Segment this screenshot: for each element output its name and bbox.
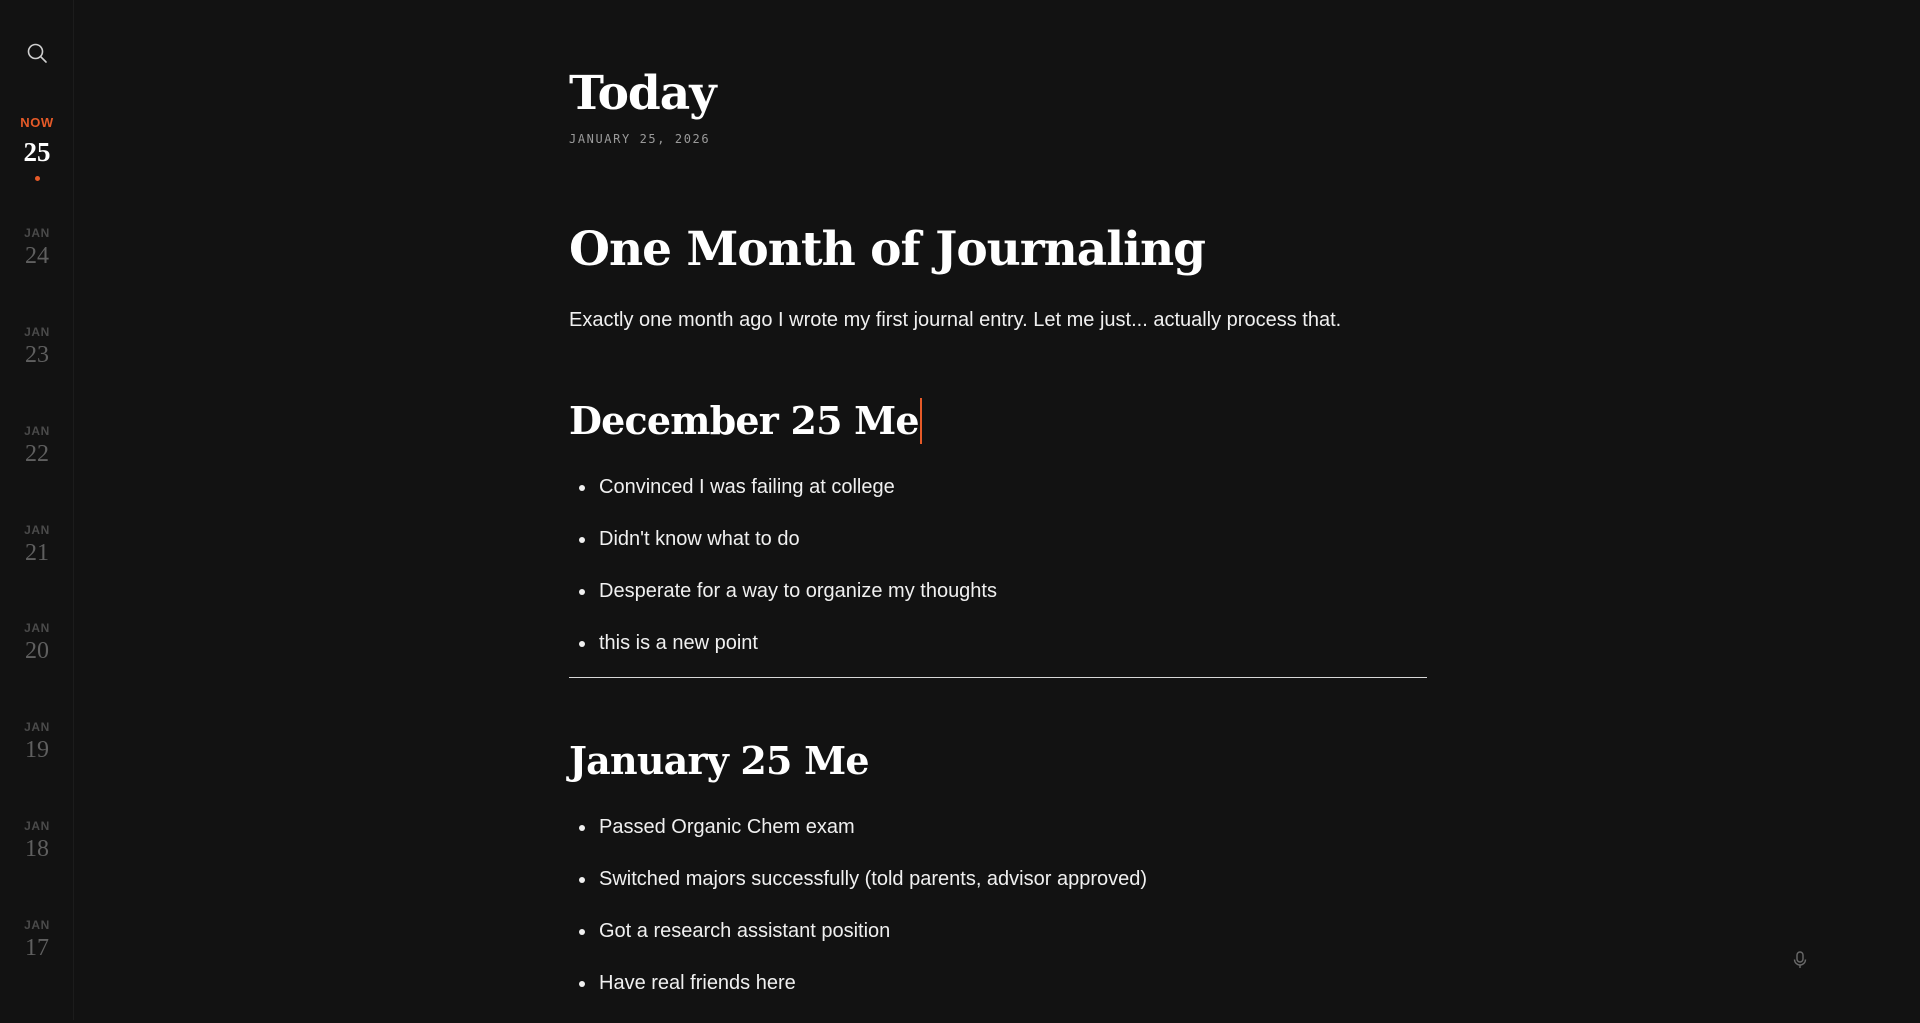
- day-month: JAN: [24, 424, 50, 438]
- list-item-text: Got a research assistant position: [599, 920, 891, 942]
- search-icon: [27, 43, 47, 63]
- day-month: JAN: [24, 720, 50, 734]
- list-item[interactable]: Passed Organic Chem exam: [569, 815, 1147, 867]
- list-item[interactable]: Didn't know what to do: [569, 527, 997, 579]
- list-item[interactable]: this is a new point: [569, 631, 997, 683]
- list-item[interactable]: Desperate for a way to organize my thoug…: [569, 579, 997, 631]
- bullet-dot: [579, 589, 585, 595]
- list-item[interactable]: Have real friends here: [569, 971, 1147, 1023]
- current-day-indicator: [34, 176, 40, 181]
- sidebar-day-jan-19[interactable]: JAN 19: [0, 720, 74, 764]
- day-month: JAN: [24, 325, 50, 339]
- sidebar-day-jan-18[interactable]: JAN 18: [0, 819, 74, 863]
- day-number: 21: [25, 540, 49, 566]
- horizontal-divider: [569, 677, 1427, 678]
- bullet-list-january: Passed Organic Chem exam Switched majors…: [569, 815, 1147, 1023]
- bullet-list-december: Convinced I was failing at college Didn'…: [569, 475, 997, 683]
- page-title: Today: [569, 66, 717, 121]
- sidebar-day-jan-24[interactable]: JAN 24: [0, 226, 74, 270]
- search-button[interactable]: [21, 37, 53, 69]
- day-number: 24: [25, 243, 49, 269]
- current-day-number: 25: [23, 137, 51, 167]
- day-month: JAN: [24, 226, 50, 240]
- text-cursor: [919, 397, 922, 444]
- list-item-text: this is a new point: [599, 632, 758, 654]
- list-item-text: Convinced I was failing at college: [599, 476, 895, 498]
- list-item[interactable]: Convinced I was failing at college: [569, 475, 997, 527]
- bullet-dot: [579, 825, 585, 831]
- bullet-dot: [579, 641, 585, 647]
- list-item-text: Have real friends here: [599, 972, 796, 994]
- list-item[interactable]: Switched majors successfully (told paren…: [569, 867, 1147, 919]
- section-heading-december[interactable]: December 25 Me: [569, 397, 922, 448]
- microphone-icon: [1793, 951, 1807, 968]
- sidebar-day-jan-23[interactable]: JAN 23: [0, 325, 74, 369]
- sidebar-day-jan-21[interactable]: JAN 21: [0, 523, 74, 567]
- day-number: 17: [25, 935, 49, 961]
- bullet-dot: [579, 981, 585, 987]
- day-number: 23: [25, 342, 49, 368]
- day-number: 18: [25, 836, 49, 862]
- now-label: NOW: [20, 115, 54, 130]
- entry-intro-paragraph[interactable]: Exactly one month ago I wrote my first j…: [569, 309, 1341, 332]
- sidebar-day-jan-22[interactable]: JAN 22: [0, 424, 74, 468]
- day-month: JAN: [24, 819, 50, 833]
- list-item-text: Passed Organic Chem exam: [599, 816, 855, 838]
- day-number: 20: [25, 638, 49, 664]
- date-sidebar: NOW 25 JAN 24 JAN 23 JAN 22 JAN 21 JAN 2…: [0, 0, 74, 1020]
- bullet-dot: [579, 929, 585, 935]
- day-month: JAN: [24, 523, 50, 537]
- bullet-dot: [579, 485, 585, 491]
- day-number: 19: [25, 737, 49, 763]
- list-item[interactable]: Got a research assistant position: [569, 919, 1147, 971]
- day-month: JAN: [24, 621, 50, 635]
- list-item-text: Desperate for a way to organize my thoug…: [599, 580, 997, 602]
- list-item-text: Didn't know what to do: [599, 528, 800, 550]
- bullet-dot: [579, 537, 585, 543]
- bullet-dot: [579, 877, 585, 883]
- entry-title[interactable]: One Month of Journaling: [569, 222, 1206, 277]
- voice-input-button[interactable]: [1790, 950, 1810, 970]
- sidebar-day-jan-20[interactable]: JAN 20: [0, 621, 74, 665]
- page-date: JANUARY 25, 2026: [569, 132, 711, 146]
- section-heading-text: December 25 Me: [569, 398, 920, 443]
- sidebar-day-now[interactable]: NOW 25: [0, 115, 74, 181]
- section-heading-january[interactable]: January 25 Me: [569, 738, 870, 783]
- day-month: JAN: [24, 918, 50, 932]
- sidebar-day-jan-17[interactable]: JAN 17: [0, 918, 74, 962]
- list-item-text: Switched majors successfully (told paren…: [599, 868, 1148, 890]
- day-number: 22: [25, 441, 49, 467]
